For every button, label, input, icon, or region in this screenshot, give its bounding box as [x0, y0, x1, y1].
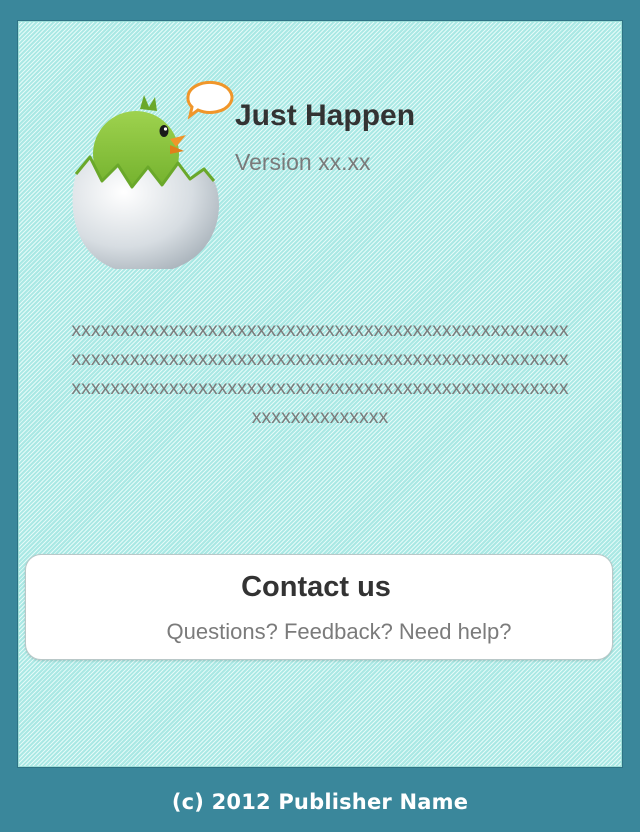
- contact-us-button[interactable]: Contact us Questions? Feedback? Need hel…: [25, 554, 613, 660]
- hatching-chick-icon: [72, 80, 234, 269]
- copyright-footer: (c) 2012 Publisher Name: [171, 790, 469, 814]
- app-description: xxxxxxxxxxxxxxxxxxxxxxxxxxxxxxxxxxxxxxxx…: [71, 319, 569, 428]
- app-version: Version xx.xx: [235, 149, 371, 175]
- app-title: Just Happen: [235, 99, 416, 132]
- contact-title: Contact us: [241, 571, 391, 603]
- contact-subtitle: Questions? Feedback? Need help?: [166, 619, 512, 644]
- about-panel: Just Happen Version xx.xx xxxxxxxxxxxxxx…: [18, 21, 622, 767]
